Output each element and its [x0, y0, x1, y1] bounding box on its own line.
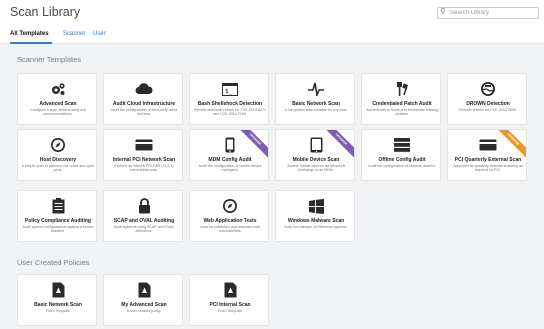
card-description: A user created policy. — [126, 309, 162, 313]
card-title: Windows Malware Scan — [287, 218, 345, 224]
template-card-credentialed-patch-audit[interactable]: Credentialed Patch Audit Authenticate to … — [361, 73, 441, 125]
keys-icon — [362, 81, 440, 97]
template-card-pci-internal-scan[interactable]: PCI Internal Scan From Template — [189, 274, 269, 326]
template-card-scap-and-oval-auditing[interactable]: SCAP and OVAL Auditing Audit systems usin… — [103, 190, 183, 242]
template-card-windows-malware-scan[interactable]: Windows Malware Scan Scan for malware on … — [275, 190, 355, 242]
tab-bar: All Templates Scanner User — [0, 24, 544, 44]
section-label-scanner-templates: Scanner Templates — [17, 55, 82, 64]
tab-all-templates[interactable]: All Templates — [10, 31, 49, 37]
card-title: Bash Shellshock Detection — [197, 101, 263, 107]
cloud-icon — [104, 81, 182, 97]
card-description: Remote and local checks for CVE-2014-627… — [193, 108, 267, 117]
search-icon: ⚲ — [440, 7, 446, 16]
server-icon — [362, 137, 440, 153]
card-title: Internal PCI Network Scan — [112, 157, 176, 163]
section-label-user-policies: User Created Policies — [17, 258, 90, 267]
compass-icon — [18, 137, 96, 153]
card-description: A full system scan suitable for any host… — [284, 108, 348, 112]
drown-icon — [448, 81, 526, 97]
template-card-drown-detection[interactable]: DROWN Detection Remote checks for CVE-201… — [447, 73, 527, 125]
card-description: Assess mobile devices via Microsoft Exch… — [287, 164, 345, 173]
card-title: PCI Quarterly External Scan — [454, 157, 522, 163]
tab-user[interactable]: User — [93, 31, 106, 37]
terminal-icon: $_ — [190, 81, 268, 97]
card-description: Audit systems using SCAP and OVAL defini… — [114, 225, 174, 234]
page-header: Scan Library ⚲ — [0, 0, 544, 24]
clipboard-icon — [18, 198, 96, 214]
card-description: Approved for quarterly external scanning… — [453, 164, 523, 173]
template-card-web-application-tests[interactable]: Web Application Tests Scan for published … — [189, 190, 269, 242]
template-card-bash-shellshock-detection[interactable]: $_ Bash Shellshock Detection Remote and lo… — [189, 73, 269, 125]
active-tab-indicator — [10, 42, 52, 44]
card-title: Policy Compliance Auditing — [25, 218, 91, 224]
card-description: Remote checks for CVE-2016-0800. — [459, 108, 517, 112]
card-description: Audit the configuration of network devic… — [368, 164, 436, 168]
document-icon — [18, 282, 96, 298]
pulse-icon — [276, 81, 354, 97]
template-card-offline-config-audit[interactable]: Offline Config Audit Audit the configurat… — [361, 129, 441, 181]
card-title: Offline Config Audit — [378, 157, 426, 163]
card-description: Scan for malware on Windows systems. — [284, 225, 348, 229]
template-card-mobile-device-scan[interactable]: Mobile Device Scan Assess mobile devices … — [275, 129, 355, 181]
card-title: Web Application Tests — [203, 218, 257, 224]
credit-card-icon — [104, 137, 182, 153]
gears-icon — [18, 81, 96, 97]
template-card-audit-cloud-infrastructure[interactable]: Audit Cloud Infrastructure Audit the conf… — [103, 73, 183, 125]
template-card-pci-quarterly-external-scan[interactable]: PCI Quarterly External Scan Approved for … — [447, 129, 527, 181]
card-title: Host Discovery — [39, 157, 77, 163]
card-title: Advanced Scan — [39, 101, 77, 107]
tab-scanner[interactable]: Scanner — [63, 31, 85, 37]
card-title: My Advanced Scan — [121, 302, 167, 308]
card-description: Audit the configuration of third-party c… — [110, 108, 178, 117]
card-description: Audit system configurations against a kn… — [22, 225, 94, 234]
card-title: MDM Config Audit — [208, 157, 252, 163]
card-description: Configure a scan without using any recom… — [30, 108, 86, 117]
search-box[interactable]: ⚲ — [437, 7, 539, 19]
card-description: Scan for published and unknown web vulne… — [200, 225, 260, 234]
template-card-host-discovery[interactable]: Host Discovery A simple scan to discover … — [17, 129, 97, 181]
template-card-mdm-config-audit[interactable]: MDM Config Audit Audit the configuration … — [189, 129, 269, 181]
card-title: SCAP and OVAL Auditing — [113, 218, 175, 224]
windows-icon — [276, 198, 354, 214]
card-description: Perform an internal PCI DSS (11.2.1) vul… — [114, 164, 174, 173]
template-card-policy-compliance-auditing[interactable]: Policy Compliance Auditing Audit system c… — [17, 190, 97, 242]
card-title: Audit Cloud Infrastructure — [112, 101, 176, 107]
card-title: Mobile Device Scan — [292, 157, 340, 163]
lock-icon — [104, 198, 182, 214]
card-title: Basic Network Scan — [292, 101, 340, 107]
card-description: Authenticate to hosts and enumerate miss… — [366, 108, 438, 117]
svg-text:$_: $_ — [225, 88, 233, 95]
card-description: From Template — [218, 309, 242, 313]
template-card-my-advanced-scan[interactable]: My Advanced Scan A user created policy. — [103, 274, 183, 326]
template-card-basic-network-scan[interactable]: Basic Network Scan A full system scan sui… — [275, 73, 355, 125]
card-title: Credentialed Patch Audit — [372, 101, 432, 107]
document-icon — [104, 282, 182, 298]
page-title: Scan Library — [10, 5, 81, 19]
card-title: DROWN Detection — [466, 101, 510, 107]
template-card-internal-pci-network-scan[interactable]: Internal PCI Network Scan Perform an inte… — [103, 129, 183, 181]
template-card-advanced-scan[interactable]: Advanced Scan Configure a scan without us… — [17, 73, 97, 125]
template-card-basic-network-scan[interactable]: Basic Network Scan From Template — [17, 274, 97, 326]
card-title: Basic Network Scan — [34, 302, 82, 308]
card-description: Audit the configuration of mobile device… — [198, 164, 262, 173]
compass-icon — [190, 198, 268, 214]
card-title: PCI Internal Scan — [209, 302, 251, 308]
search-input[interactable] — [450, 8, 536, 18]
document-icon — [190, 282, 268, 298]
card-description: From Template — [46, 309, 70, 313]
card-description: A simple scan to discover live hosts and… — [21, 164, 95, 173]
